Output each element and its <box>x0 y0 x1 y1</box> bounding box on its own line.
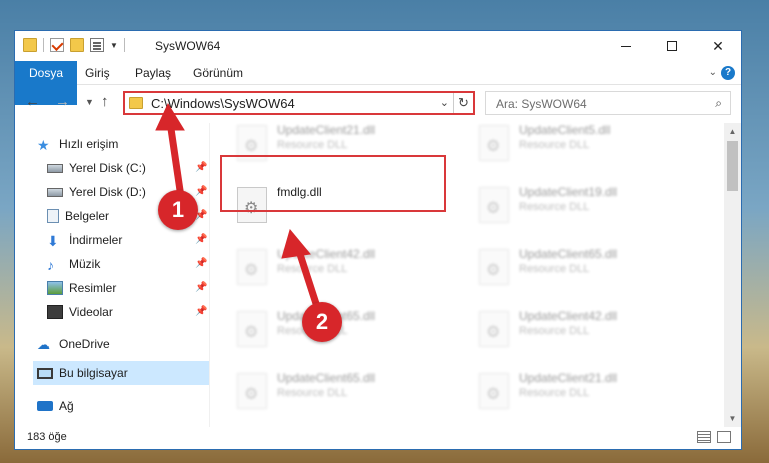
callout-arrows <box>155 102 324 318</box>
step-2-badge: 2 <box>302 302 342 342</box>
step-1-badge: 1 <box>158 190 198 230</box>
